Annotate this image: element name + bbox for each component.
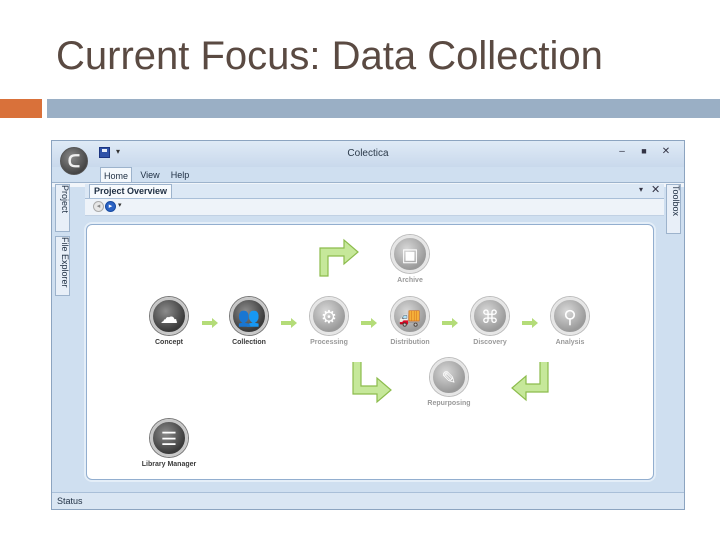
node-label: Distribution (390, 339, 430, 346)
node-label: Analysis (555, 339, 585, 346)
nav-history-dropdown-icon[interactable]: ▾ (118, 201, 122, 209)
quick-access-dropdown-icon[interactable]: ▾ (116, 147, 120, 156)
node-label: Discovery (473, 339, 507, 346)
close-button[interactable]: ✕ (659, 146, 673, 157)
distribution-truck-icon: 🚚 (391, 297, 429, 335)
flow-arrow-icon (522, 318, 538, 328)
node-label: Processing (310, 339, 348, 346)
side-tab-project[interactable]: Project (55, 184, 70, 232)
curved-arrow-down-left-icon (511, 362, 549, 402)
tab-view[interactable]: View (138, 167, 162, 183)
navigation-bar: ◂ ▸ ▾ (85, 199, 664, 216)
application-menu-icon[interactable]: ᑕ (60, 147, 88, 175)
accent-bar-blue (47, 99, 720, 118)
side-tab-label: Toolbox (671, 185, 681, 217)
forward-button[interactable]: ▸ (105, 201, 116, 212)
archive-icon: ▣ (391, 235, 429, 273)
side-tab-toolbox[interactable]: Toolbox (666, 184, 681, 234)
title-bar: Colectica ▾ – ■ ✕ (52, 141, 684, 167)
ribbon-tabs: Home View Help (52, 167, 684, 183)
workflow-canvas: ▣ Archive ☁ Concept 👥 Collection ⚙ Proce… (86, 224, 654, 480)
node-label: Collection (232, 339, 266, 346)
status-text: Status (57, 496, 83, 506)
panel-close-icon[interactable]: ✕ (651, 183, 660, 196)
slide-title: Current Focus: Data Collection (56, 34, 603, 78)
left-side-rail: Project File Explorer (55, 184, 70, 296)
tab-help[interactable]: Help (168, 167, 192, 183)
flow-arrow-icon (202, 318, 218, 328)
save-icon[interactable] (99, 147, 110, 158)
flow-arrow-icon (442, 318, 458, 328)
status-bar: Status (52, 492, 684, 509)
tab-home[interactable]: Home (100, 167, 132, 183)
curved-arrow-up-right-icon (319, 238, 359, 277)
curved-arrow-down-right-icon (352, 362, 392, 404)
side-tab-label: Project (60, 185, 70, 214)
processing-gear-icon: ⚙ (310, 297, 348, 335)
flow-arrow-icon (361, 318, 377, 328)
maximize-button[interactable]: ■ (637, 146, 651, 156)
panel-header: Project Overview ▾ ✕ (85, 184, 664, 199)
collection-people-icon: 👥 (230, 297, 268, 335)
side-tab-file-explorer[interactable]: File Explorer (55, 236, 70, 296)
window-title: Colectica (347, 148, 389, 159)
side-tab-label: File Explorer (60, 237, 70, 288)
minimize-button[interactable]: – (615, 146, 629, 157)
back-button[interactable]: ◂ (93, 201, 104, 212)
discovery-binoculars-icon: ⌘ (471, 297, 509, 335)
node-label: Archive (397, 277, 423, 284)
colectica-window: Colectica ▾ – ■ ✕ Home View Help ᑕ Proje… (51, 140, 685, 510)
flow-arrow-icon (281, 318, 297, 328)
tab-project-overview[interactable]: Project Overview (89, 184, 173, 198)
right-side-rail: Toolbox (666, 184, 681, 234)
concept-cloud-icon: ☁ (150, 297, 188, 335)
node-label: Repurposing (427, 400, 471, 407)
node-label: Concept (155, 339, 183, 346)
repurposing-tools-icon: ✎ (430, 358, 468, 396)
accent-bar-orange (0, 99, 42, 118)
analysis-magnifier-icon: ⚲ (551, 297, 589, 335)
library-books-icon: ☰ (150, 419, 188, 457)
panel-dropdown-icon[interactable]: ▾ (639, 185, 643, 194)
node-label: Library Manager (141, 461, 197, 468)
